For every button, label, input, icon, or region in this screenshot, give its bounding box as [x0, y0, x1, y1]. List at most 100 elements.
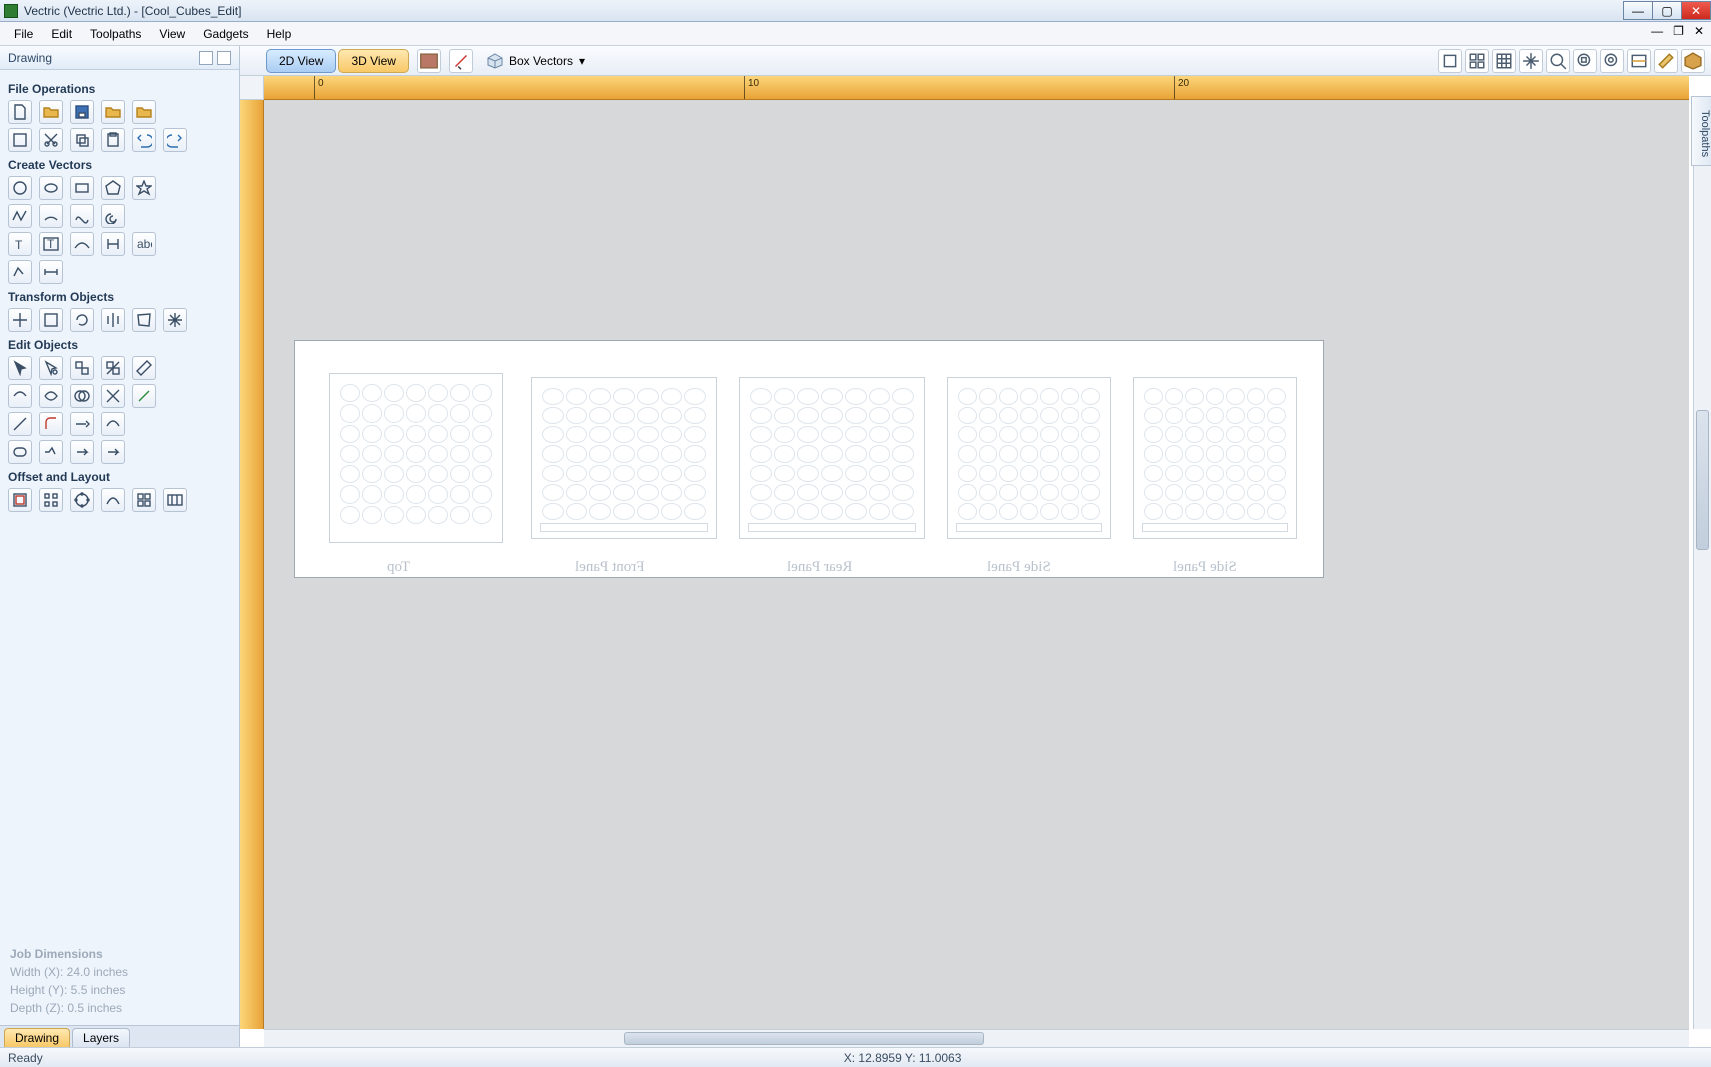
- zoom-selected-button[interactable]: [1573, 49, 1597, 73]
- import-button[interactable]: [101, 100, 125, 124]
- save-file-button[interactable]: [70, 100, 94, 124]
- draw-text-box-button[interactable]: T: [39, 232, 63, 256]
- export-button[interactable]: [132, 100, 156, 124]
- box-vectors-dropdown[interactable]: Box Vectors ▾: [481, 51, 591, 71]
- draw-text-button[interactable]: T: [8, 232, 32, 256]
- draw-arc-button[interactable]: [39, 204, 63, 228]
- mdi-restore-button[interactable]: ❐: [1670, 24, 1687, 38]
- align-button[interactable]: [163, 308, 187, 332]
- array-copy-button[interactable]: [39, 488, 63, 512]
- fit-curves-button[interactable]: [101, 412, 125, 436]
- sidebar-tab-layers[interactable]: Layers: [72, 1028, 130, 1047]
- window-minimize-button[interactable]: —: [1623, 1, 1653, 20]
- undo-button[interactable]: [132, 128, 156, 152]
- paste-button[interactable]: [101, 128, 125, 152]
- mdi-close-button[interactable]: ✕: [1691, 24, 1707, 38]
- redo-button[interactable]: [163, 128, 187, 152]
- horizontal-scrollbar[interactable]: [264, 1029, 1689, 1047]
- mdi-minimize-button[interactable]: —: [1648, 24, 1666, 38]
- copy-along-vectors-button[interactable]: [101, 488, 125, 512]
- weld-button[interactable]: [70, 384, 94, 408]
- toolpaths-tab[interactable]: Toolpaths: [1691, 96, 1711, 166]
- draw-spiral-button[interactable]: [101, 204, 125, 228]
- draw-circle-button[interactable]: [8, 176, 32, 200]
- ruler-origin-icon[interactable]: [240, 76, 264, 100]
- node-edit-button[interactable]: [39, 356, 63, 380]
- select-button[interactable]: [8, 356, 32, 380]
- zoom-drawing-button[interactable]: [1600, 49, 1624, 73]
- menu-view[interactable]: View: [151, 25, 193, 43]
- drawing-canvas[interactable]: Top Front Panel Rear Panel Si: [264, 100, 1689, 1029]
- grid-toggle-button[interactable]: [1492, 49, 1516, 73]
- menu-gadgets[interactable]: Gadgets: [195, 25, 256, 43]
- distort-button[interactable]: [132, 308, 156, 332]
- new-file-button[interactable]: [8, 100, 32, 124]
- window-close-button[interactable]: ✕: [1681, 1, 1711, 20]
- job-button[interactable]: [101, 440, 125, 464]
- offset-button[interactable]: [8, 488, 32, 512]
- plate-layout-button[interactable]: [163, 488, 187, 512]
- mirror-button[interactable]: [101, 308, 125, 332]
- tab-2d-view[interactable]: 2D View: [266, 49, 336, 73]
- dimension-button[interactable]: [39, 260, 63, 284]
- fillet-button[interactable]: [39, 412, 63, 436]
- open-file-button[interactable]: [39, 100, 63, 124]
- panel-front[interactable]: [531, 377, 717, 539]
- panel-rear[interactable]: [739, 377, 925, 539]
- text-on-curve-button[interactable]: [70, 232, 94, 256]
- circular-copy-button[interactable]: [70, 488, 94, 512]
- measure-button[interactable]: [132, 356, 156, 380]
- draw-star-button[interactable]: [132, 176, 156, 200]
- extend-button[interactable]: [70, 412, 94, 436]
- snap-toggle-button[interactable]: [1438, 49, 1462, 73]
- convert-text-button[interactable]: abc: [132, 232, 156, 256]
- nest-button[interactable]: [132, 488, 156, 512]
- tab-3d-view[interactable]: 3D View: [338, 49, 408, 73]
- vector-boundary-button[interactable]: [8, 440, 32, 464]
- zoom-fit-button[interactable]: [1546, 49, 1570, 73]
- panel-top[interactable]: [329, 373, 503, 543]
- pan-button[interactable]: [1519, 49, 1543, 73]
- move-button[interactable]: [8, 308, 32, 332]
- snap-grid-button[interactable]: [1465, 49, 1489, 73]
- sidebar-tab-drawing[interactable]: Drawing: [4, 1028, 70, 1047]
- preview-material-button[interactable]: [1681, 49, 1705, 73]
- draw-ellipse-button[interactable]: [39, 176, 63, 200]
- set-size-button[interactable]: [39, 308, 63, 332]
- layer-color-button[interactable]: [449, 49, 473, 73]
- join-button[interactable]: [8, 384, 32, 408]
- panel-option-icon[interactable]: [199, 51, 213, 65]
- panel-side-2[interactable]: [1133, 377, 1297, 539]
- menu-toolpaths[interactable]: Toolpaths: [82, 25, 149, 43]
- trim-button[interactable]: [101, 384, 125, 408]
- text-spacing-button[interactable]: [101, 232, 125, 256]
- rotate-button[interactable]: [70, 308, 94, 332]
- horizontal-scroll-thumb[interactable]: [624, 1032, 984, 1045]
- layer-visibility-button[interactable]: [417, 49, 441, 73]
- pin-icon[interactable]: [217, 51, 231, 65]
- copy-button[interactable]: [70, 128, 94, 152]
- job-setup-button[interactable]: [8, 128, 32, 152]
- cut-button[interactable]: [39, 128, 63, 152]
- panel-side-1[interactable]: [947, 377, 1111, 539]
- close-vector-button[interactable]: [39, 384, 63, 408]
- toggle-view-button[interactable]: [1627, 49, 1651, 73]
- draw-rectangle-button[interactable]: [70, 176, 94, 200]
- edit-picture-button[interactable]: [39, 440, 63, 464]
- draw-curve-button[interactable]: [70, 204, 94, 228]
- menu-file[interactable]: File: [6, 25, 41, 43]
- group-button[interactable]: [70, 356, 94, 380]
- vector-validate-button[interactable]: [8, 412, 32, 436]
- window-maximize-button[interactable]: ▢: [1652, 1, 1682, 20]
- crop-button[interactable]: [70, 440, 94, 464]
- ruler-toggle-button[interactable]: [1654, 49, 1678, 73]
- interactive-trim-button[interactable]: [132, 384, 156, 408]
- menu-edit[interactable]: Edit: [43, 25, 80, 43]
- draw-polyline-button[interactable]: [8, 204, 32, 228]
- vertical-ruler[interactable]: [240, 100, 264, 1029]
- ungroup-button[interactable]: [101, 356, 125, 380]
- trace-bitmap-button[interactable]: [8, 260, 32, 284]
- horizontal-ruler[interactable]: [264, 76, 1689, 100]
- menu-help[interactable]: Help: [259, 25, 300, 43]
- draw-polygon-button[interactable]: [101, 176, 125, 200]
